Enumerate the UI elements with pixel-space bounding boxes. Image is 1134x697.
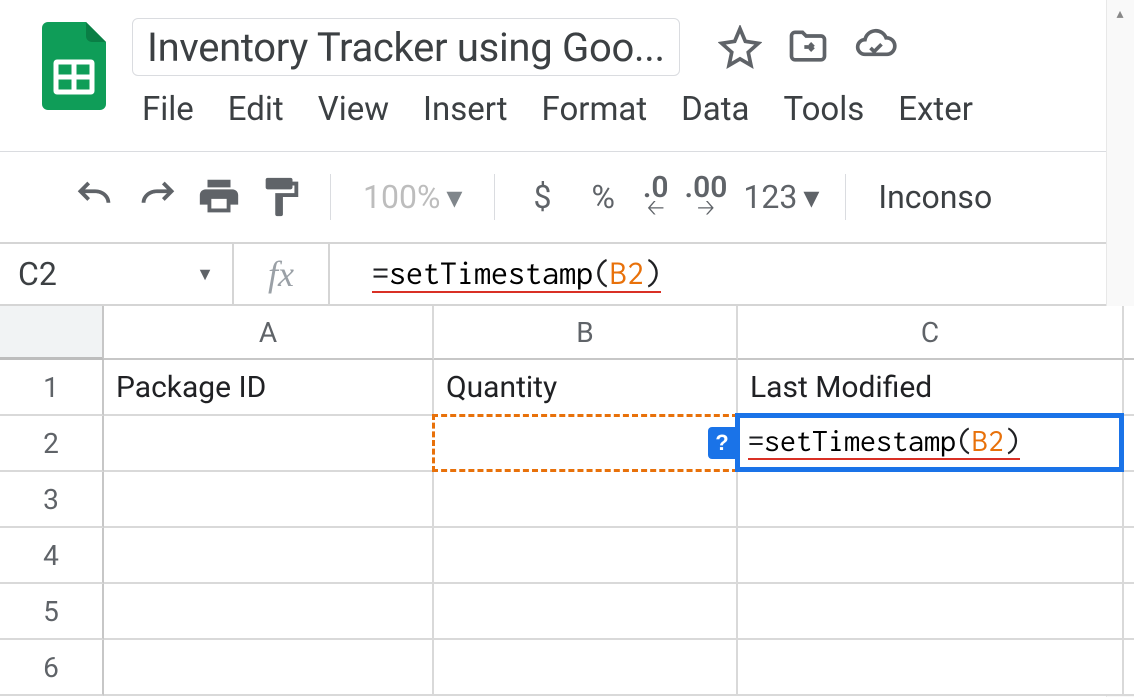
cell-a3[interactable]	[104, 472, 434, 528]
fx-icon: fx	[234, 244, 330, 304]
cell-d3[interactable]	[1124, 472, 1134, 528]
cell-d5[interactable]	[1124, 584, 1134, 640]
cell-d6[interactable]	[1124, 640, 1134, 696]
cell-c5[interactable]	[738, 584, 1124, 640]
toolbar: 100% ▾ $ % .0 🡠 .00 🡢 123 ▾ Inconso	[0, 152, 1134, 242]
app-header: Inventory Tracker using Goo... File Edit…	[0, 0, 1134, 133]
number-format-select[interactable]: 123 ▾	[743, 178, 819, 216]
row-header-4[interactable]: 4	[0, 528, 104, 584]
column-header-d[interactable]	[1124, 306, 1134, 360]
cell-c2-editing[interactable]: ? =setTimestamp(B2)	[735, 413, 1124, 472]
print-icon[interactable]	[196, 174, 242, 220]
increase-decimal-button[interactable]: .00 🡢	[685, 176, 728, 218]
cell-c6[interactable]	[738, 640, 1124, 696]
cell-d1[interactable]	[1124, 360, 1134, 416]
cell-b2[interactable]	[432, 414, 738, 472]
chevron-down-icon: ▾	[803, 178, 819, 216]
cell-b1[interactable]: Quantity	[434, 360, 738, 416]
cell-a4[interactable]	[104, 528, 434, 584]
cell-c1[interactable]: Last Modified	[738, 360, 1124, 416]
menu-extensions[interactable]: Exter	[898, 90, 973, 129]
sheets-logo-icon[interactable]	[30, 22, 118, 110]
spreadsheet-grid: A B C 1 Package ID Quantity Last Modifie…	[0, 306, 1134, 696]
row-header-2[interactable]: 2	[0, 416, 104, 472]
menu-format[interactable]: Format	[542, 90, 648, 129]
cell-d4[interactable]	[1124, 528, 1134, 584]
format-currency-button[interactable]: $	[521, 178, 563, 216]
cell-b5[interactable]	[434, 584, 738, 640]
font-select[interactable]: Inconso	[872, 178, 992, 216]
cell-a5[interactable]	[104, 584, 434, 640]
row-header-3[interactable]: 3	[0, 472, 104, 528]
format-percent-button[interactable]: %	[579, 178, 626, 216]
undo-icon[interactable]	[72, 174, 118, 220]
menu-insert[interactable]: Insert	[423, 90, 508, 129]
row-header-6[interactable]: 6	[0, 640, 104, 696]
toolbar-separator	[845, 174, 846, 220]
name-box[interactable]: C2 ▼	[0, 244, 234, 304]
column-header-c[interactable]: C	[738, 306, 1124, 360]
chevron-down-icon: ▾	[446, 178, 462, 216]
star-icon[interactable]	[718, 25, 762, 69]
toolbar-separator	[494, 174, 495, 220]
arrow-left-icon: 🡠	[647, 200, 665, 218]
cell-d2[interactable]	[1124, 416, 1134, 472]
cloud-status-icon[interactable]	[854, 25, 898, 69]
scroll-up-icon[interactable]: ▴	[1106, 0, 1134, 28]
row-header-1[interactable]: 1	[0, 360, 104, 416]
cell-a6[interactable]	[104, 640, 434, 696]
cell-c3[interactable]	[738, 472, 1124, 528]
arrow-right-icon: 🡢	[697, 200, 715, 218]
formula-input[interactable]: =setTimestamp(B2)	[330, 244, 1134, 304]
zoom-select[interactable]: 100% ▾	[357, 178, 468, 216]
cell-c4[interactable]	[738, 528, 1124, 584]
menu-data[interactable]: Data	[681, 90, 749, 129]
document-title[interactable]: Inventory Tracker using Goo...	[132, 18, 680, 76]
cell-a1[interactable]: Package ID	[104, 360, 434, 416]
formula-bar: C2 ▼ fx =setTimestamp(B2)	[0, 242, 1134, 306]
menu-view[interactable]: View	[318, 90, 389, 129]
formula-help-icon[interactable]: ?	[708, 427, 736, 459]
chevron-down-icon: ▼	[196, 264, 214, 285]
decrease-decimal-button[interactable]: .0 🡠	[643, 176, 669, 218]
menu-file[interactable]: File	[142, 90, 194, 129]
cell-a2[interactable]	[104, 416, 434, 472]
menu-tools[interactable]: Tools	[784, 90, 865, 129]
cell-b3[interactable]	[434, 472, 738, 528]
toolbar-separator	[330, 174, 331, 220]
zoom-value: 100%	[363, 178, 440, 216]
move-folder-icon[interactable]	[786, 25, 830, 69]
column-header-a[interactable]: A	[104, 306, 434, 360]
menu-edit[interactable]: Edit	[228, 90, 284, 129]
redo-icon[interactable]	[134, 174, 180, 220]
cell-b6[interactable]	[434, 640, 738, 696]
select-all-corner[interactable]	[0, 306, 104, 360]
paint-format-icon[interactable]	[258, 174, 304, 220]
column-header-b[interactable]: B	[434, 306, 738, 360]
menu-bar: File Edit View Insert Format Data Tools …	[132, 86, 1112, 129]
active-cell-ref: C2	[18, 255, 57, 293]
cell-b4[interactable]	[434, 528, 738, 584]
row-header-5[interactable]: 5	[0, 584, 104, 640]
